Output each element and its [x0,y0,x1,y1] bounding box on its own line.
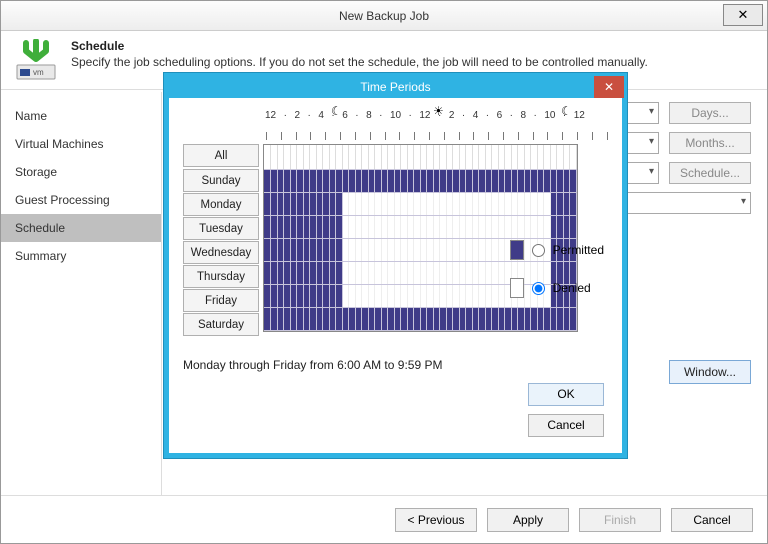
dialog-cancel-button[interactable]: Cancel [528,414,604,437]
finish-button: Finish [579,508,661,532]
day-button-monday[interactable]: Monday [183,193,259,216]
dialog-close-button[interactable]: ✕ [594,76,624,98]
moon-icon: ☾ [561,104,572,118]
window-button[interactable]: Window... [669,360,751,384]
chevron-down-icon: ▾ [649,106,654,117]
legend: Permitted Denied [510,240,604,298]
permitted-radio[interactable] [532,244,545,257]
moon-icon: ☾ [331,104,342,118]
day-button-thursday[interactable]: Thursday [183,265,259,288]
dialog-titlebar: Time Periods ✕ [167,76,624,98]
time-grid[interactable] [263,144,578,332]
sun-icon: ☀ [433,104,444,118]
chevron-down-icon: ▾ [741,196,746,207]
timescale: 12·2·4·6·8·10·12·2·4·6·8·10·12 [265,110,585,121]
cancel-button[interactable]: Cancel [671,508,753,532]
ok-button[interactable]: OK [528,383,604,406]
months-button[interactable]: Months... [669,132,751,154]
days-button[interactable]: Days... [669,102,751,124]
sidebar-item-schedule[interactable]: Schedule [1,214,161,242]
sidebar-item-summary[interactable]: Summary [1,242,161,270]
chevron-down-icon: ▾ [649,166,654,177]
day-button-wednesday[interactable]: Wednesday [183,241,259,264]
legend-permitted[interactable]: Permitted [510,240,604,260]
wizard-footer: < Previous Apply Finish Cancel [1,495,767,543]
sidebar-item-guest-processing[interactable]: Guest Processing [1,186,161,214]
page-title: Schedule [71,39,648,53]
svg-text:vm: vm [33,68,44,77]
day-button-saturday[interactable]: Saturday [183,313,259,336]
close-icon: ✕ [738,7,749,23]
legend-denied[interactable]: Denied [510,278,604,298]
tick-marks [264,130,622,142]
day-button-tuesday[interactable]: Tuesday [183,217,259,240]
chevron-down-icon: ▾ [649,136,654,147]
day-buttons: AllSundayMondayTuesdayWednesdayThursdayF… [183,144,259,337]
titlebar: New Backup Job ✕ [1,1,767,31]
denied-radio[interactable] [532,282,545,295]
apply-button[interactable]: Apply [487,508,569,532]
close-button[interactable]: ✕ [723,4,763,26]
time-periods-dialog: Time Periods ✕ 12·2·4·6·8·10·12·2·4·6·8·… [164,73,627,458]
denied-label: Denied [553,281,591,295]
wizard-nav: NameVirtual MachinesStorageGuest Process… [1,92,161,495]
sidebar-item-virtual-machines[interactable]: Virtual Machines [1,130,161,158]
denied-swatch [510,278,524,298]
sidebar-item-name[interactable]: Name [1,102,161,130]
day-button-all[interactable]: All [183,144,259,167]
permitted-swatch [510,240,524,260]
page-subtitle: Specify the job scheduling options. If y… [71,55,648,69]
selection-summary: Monday through Friday from 6:00 AM to 9:… [183,358,442,372]
window-title: New Backup Job [339,9,429,23]
schedule-button[interactable]: Schedule... [669,162,751,184]
close-icon: ✕ [604,80,614,94]
day-button-sunday[interactable]: Sunday [183,169,259,192]
previous-button[interactable]: < Previous [395,508,477,532]
sidebar-item-storage[interactable]: Storage [1,158,161,186]
schedule-icon: vm [11,39,61,83]
day-button-friday[interactable]: Friday [183,289,259,312]
dialog-title: Time Periods [360,80,430,94]
permitted-label: Permitted [553,243,604,257]
